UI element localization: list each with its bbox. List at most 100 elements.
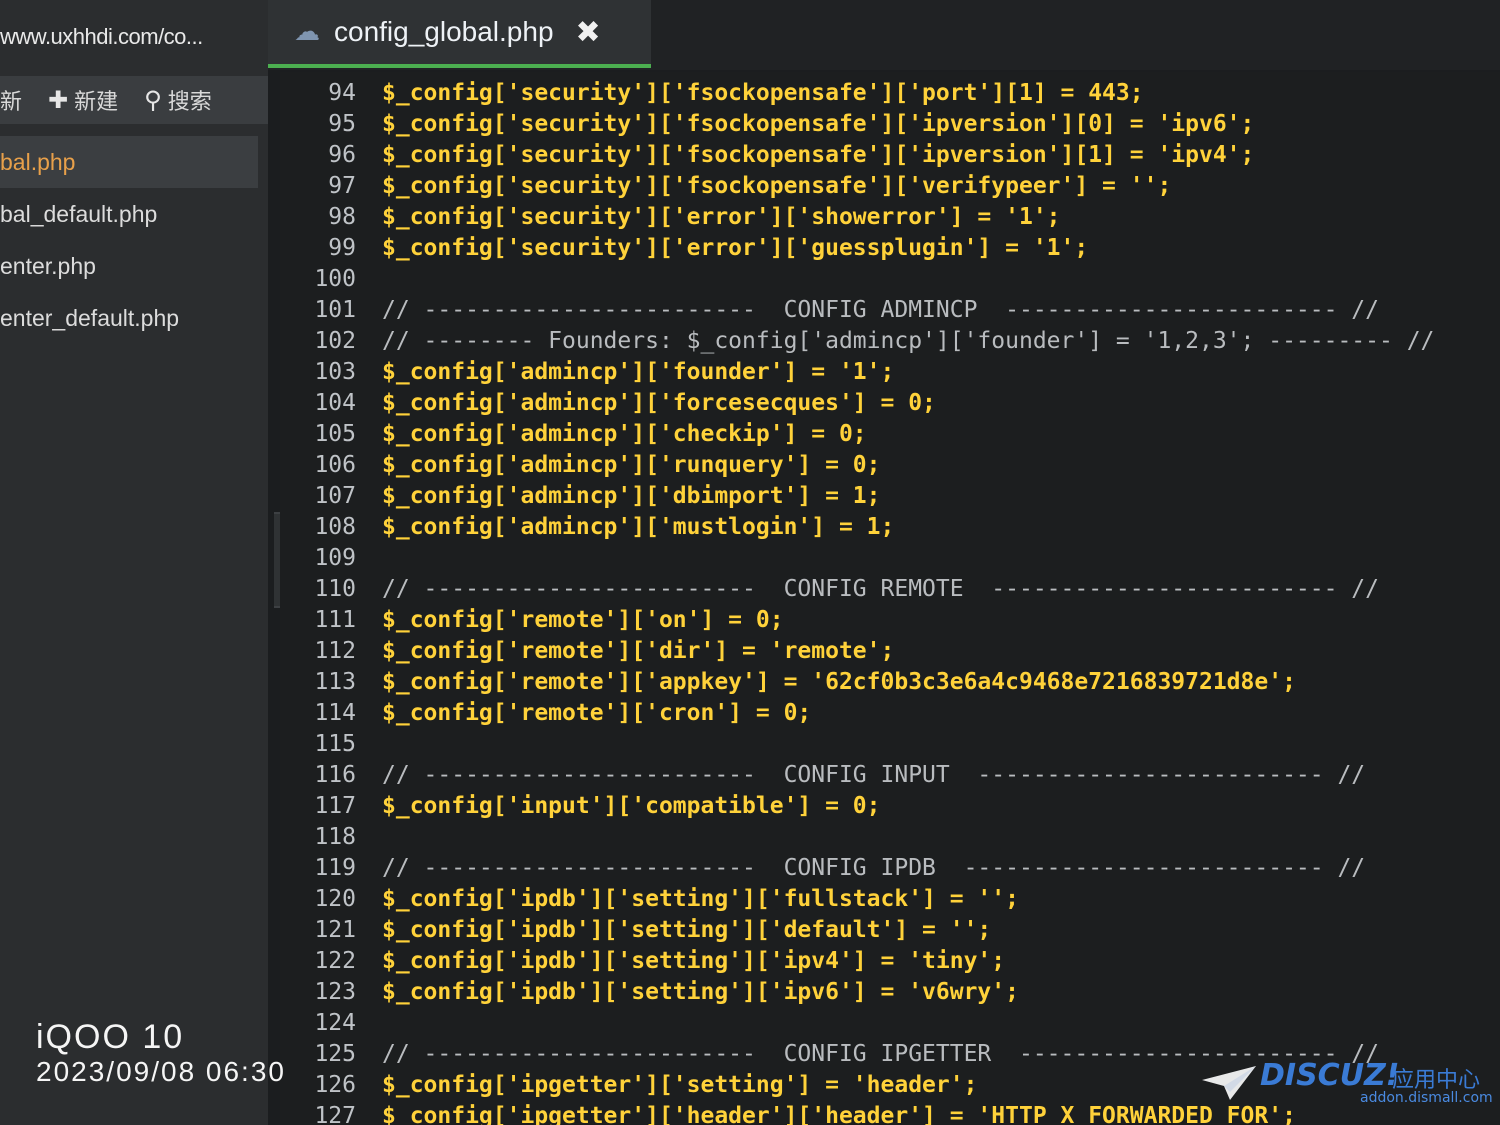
code-line[interactable]: 124 (280, 1008, 382, 1039)
php-file-icon: ☁ (294, 17, 320, 47)
code-line[interactable]: 117 $_config['input']['compatible'] = 0; (280, 791, 880, 822)
line-number: 110 (314, 576, 356, 602)
code-text: $_config['admincp']['dbimport'] = 1; (382, 483, 881, 509)
code-line[interactable]: 102 // -------- Founders: $_config['admin… (280, 326, 1434, 357)
code-line[interactable]: 114 $_config['remote']['cron'] = 0; (280, 698, 811, 729)
code-text: $_config['ipdb']['setting']['default'] =… (382, 917, 992, 943)
code-text: $_config['security']['error']['showerror… (382, 204, 1061, 230)
file-sidebar: www.uxhhdi.com/co... 新 ✚ 新建 ⚲ 搜索 bal.php… (0, 0, 268, 1125)
code-line[interactable]: 106 $_config['admincp']['runquery'] = 0; (280, 450, 880, 481)
code-text: $_config['admincp']['mustlogin'] = 1; (382, 514, 895, 540)
code-line[interactable]: 100 (280, 264, 382, 295)
line-number: 119 (314, 855, 356, 881)
code-line[interactable]: 105 $_config['admincp']['checkip'] = 0; (280, 419, 867, 450)
code-line[interactable]: 99 $_config['security']['error']['guesspl… (280, 233, 1088, 264)
code-text: $_config['remote']['dir'] = 'remote'; (382, 638, 895, 664)
sidebar-toolbar: 新 ✚ 新建 ⚲ 搜索 (0, 76, 268, 124)
code-text: $_config['admincp']['checkip'] = 0; (382, 421, 867, 447)
tab-title: config_global.php (334, 16, 554, 47)
line-number: 118 (314, 824, 356, 850)
code-line[interactable]: 121 $_config['ipdb']['setting']['default'… (280, 915, 991, 946)
file-list: bal.php bal_default.php enter.php enter_def… (0, 136, 268, 344)
code-line[interactable]: 115 (280, 729, 382, 760)
code-text: $_config['ipgetter']['header']['header']… (382, 1103, 1296, 1125)
line-number: 95 (328, 111, 356, 137)
code-line[interactable]: 94 $_config['security']['fsockopensafe'][… (280, 78, 1144, 109)
new-file-label: 新建 (74, 90, 119, 115)
code-text: $_config['security']['fsockopensafe']['p… (382, 80, 1144, 106)
code-line[interactable]: 112 $_config['remote']['dir'] = 'remote'; (280, 636, 894, 667)
code-line[interactable]: 103 $_config['admincp']['founder'] = '1'; (280, 357, 894, 388)
file-item[interactable]: bal_default.php (0, 188, 268, 240)
file-item[interactable]: enter.php (0, 240, 268, 292)
line-number: 109 (314, 545, 356, 571)
line-number: 94 (328, 80, 356, 106)
line-number: 98 (328, 204, 356, 230)
code-line[interactable]: 95 $_config['security']['fsockopensafe'][… (280, 109, 1254, 140)
paper-plane-icon (1202, 1066, 1256, 1100)
line-number: 102 (314, 328, 356, 354)
discuz-watermark: DISCUZ! 应用中心 addon.dismall.com (1200, 1058, 1493, 1118)
device-watermark: iQOO 10 (36, 1018, 185, 1056)
code-line[interactable]: 111 $_config['remote']['on'] = 0; (280, 605, 784, 636)
line-number: 125 (314, 1041, 356, 1067)
code-line[interactable]: 104 $_config['admincp']['forcesecques'] =… (280, 388, 935, 419)
discuz-logo: DISCUZ! (1260, 1058, 1400, 1093)
code-text: $_config['admincp']['founder'] = '1'; (382, 359, 895, 385)
line-number: 126 (314, 1072, 356, 1098)
new-file-button[interactable]: ✚ 新建 (48, 84, 118, 116)
code-line[interactable]: 119 // ------------------------ CONFIG IP… (280, 853, 1365, 884)
site-url[interactable]: www.uxhhdi.com/co... (0, 18, 268, 56)
line-number: 121 (314, 917, 356, 943)
refresh-button[interactable]: 新 (0, 84, 22, 116)
file-item[interactable]: bal.php (0, 136, 258, 188)
code-line[interactable]: 96 $_config['security']['fsockopensafe'][… (280, 140, 1254, 171)
code-line[interactable]: 98 $_config['security']['error']['showerr… (280, 202, 1061, 233)
code-text: $_config['ipgetter']['setting'] = 'heade… (382, 1072, 978, 1098)
refresh-label: 新 (0, 90, 23, 115)
code-editor[interactable]: 94 $_config['security']['fsockopensafe'][… (280, 72, 1500, 1125)
code-line[interactable]: 108 $_config['admincp']['mustlogin'] = 1; (280, 512, 894, 543)
line-number: 108 (314, 514, 356, 540)
line-number: 107 (314, 483, 356, 509)
line-number: 122 (314, 948, 356, 974)
code-line[interactable]: 113 $_config['remote']['appkey'] = '62cf0… (280, 667, 1296, 698)
code-line[interactable]: 122 $_config['ipdb']['setting']['ipv4'] =… (280, 946, 1005, 977)
line-number: 101 (314, 297, 356, 323)
line-number: 114 (314, 700, 356, 726)
search-label: 搜索 (167, 90, 212, 115)
code-text: // ------------------------ CONFIG IPDB … (382, 855, 1366, 881)
code-line[interactable]: 127 $_config['ipgetter']['header']['heade… (280, 1101, 1296, 1125)
line-number: 123 (314, 979, 356, 1005)
code-line[interactable]: 120 $_config['ipdb']['setting']['fullstac… (280, 884, 1019, 915)
file-item[interactable]: enter_default.php (0, 292, 268, 344)
datetime-watermark: 2023/09/08 06:30 (36, 1056, 286, 1087)
code-line[interactable]: 116 // ------------------------ CONFIG IN… (280, 760, 1365, 791)
code-text: $_config['security']['fsockopensafe']['i… (382, 111, 1255, 137)
code-line[interactable]: 97 $_config['security']['fsockopensafe'][… (280, 171, 1171, 202)
line-number: 96 (328, 142, 356, 168)
line-number: 111 (314, 607, 356, 633)
search-button[interactable]: ⚲ 搜索 (144, 84, 212, 116)
code-text: // ------------------------ CONFIG REMOT… (382, 576, 1379, 602)
search-icon: ⚲ (144, 86, 162, 114)
code-line[interactable]: 118 (280, 822, 382, 853)
code-text: $_config['remote']['on'] = 0; (382, 607, 784, 633)
code-line[interactable]: 123 $_config['ipdb']['setting']['ipv6'] =… (280, 977, 1019, 1008)
code-line[interactable]: 126 $_config['ipgetter']['setting'] = 'he… (280, 1070, 977, 1101)
code-text: // -------- Founders: $_config['admincp'… (382, 328, 1435, 354)
line-number: 124 (314, 1010, 356, 1036)
code-line[interactable]: 109 (280, 543, 382, 574)
line-number: 99 (328, 235, 356, 261)
line-number: 106 (314, 452, 356, 478)
line-number: 97 (328, 173, 356, 199)
code-text: $_config['security']['error']['guessplug… (382, 235, 1089, 261)
code-text: $_config['remote']['appkey'] = '62cf0b3c… (382, 669, 1296, 695)
line-number: 113 (314, 669, 356, 695)
code-line[interactable]: 110 // ------------------------ CONFIG RE… (280, 574, 1379, 605)
code-line[interactable]: 101 // ------------------------ CONFIG AD… (280, 295, 1379, 326)
close-icon[interactable]: ✖ (576, 15, 601, 50)
code-line[interactable]: 107 $_config['admincp']['dbimport'] = 1; (280, 481, 881, 512)
line-number: 100 (314, 266, 356, 292)
tab-config-global[interactable]: ☁ config_global.php ✖ (268, 0, 651, 68)
